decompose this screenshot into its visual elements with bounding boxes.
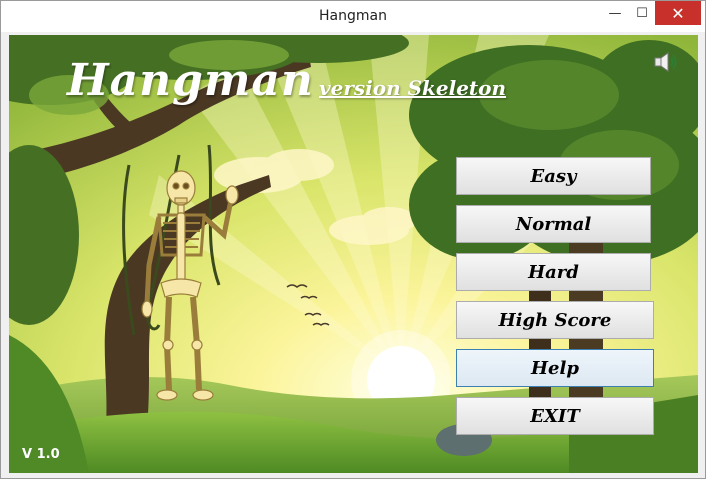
hard-button[interactable]: Hard (456, 253, 651, 291)
exit-button[interactable]: EXIT (456, 397, 654, 435)
window-title: Hangman (319, 8, 387, 24)
game-title: Hangman (67, 55, 314, 106)
version-label: V 1.0 (22, 447, 60, 462)
maximize-button[interactable]: ☐ (629, 2, 655, 24)
minimize-button[interactable]: — (601, 2, 629, 24)
normal-button[interactable]: Normal (456, 205, 651, 243)
app-window: Hangman — ☐ ✕ Hangman version Skeleton E… (0, 0, 706, 479)
help-button[interactable]: Help (456, 349, 654, 387)
close-button[interactable]: ✕ (655, 1, 701, 25)
game-screen: Hangman version Skeleton Easy Normal Har… (9, 35, 698, 473)
title-bar[interactable]: Hangman — ☐ ✕ (1, 1, 705, 32)
speaker-icon[interactable] (653, 51, 679, 73)
game-subtitle: version Skeleton (319, 76, 507, 100)
easy-button[interactable]: Easy (456, 157, 651, 195)
high-score-button[interactable]: High Score (456, 301, 654, 339)
